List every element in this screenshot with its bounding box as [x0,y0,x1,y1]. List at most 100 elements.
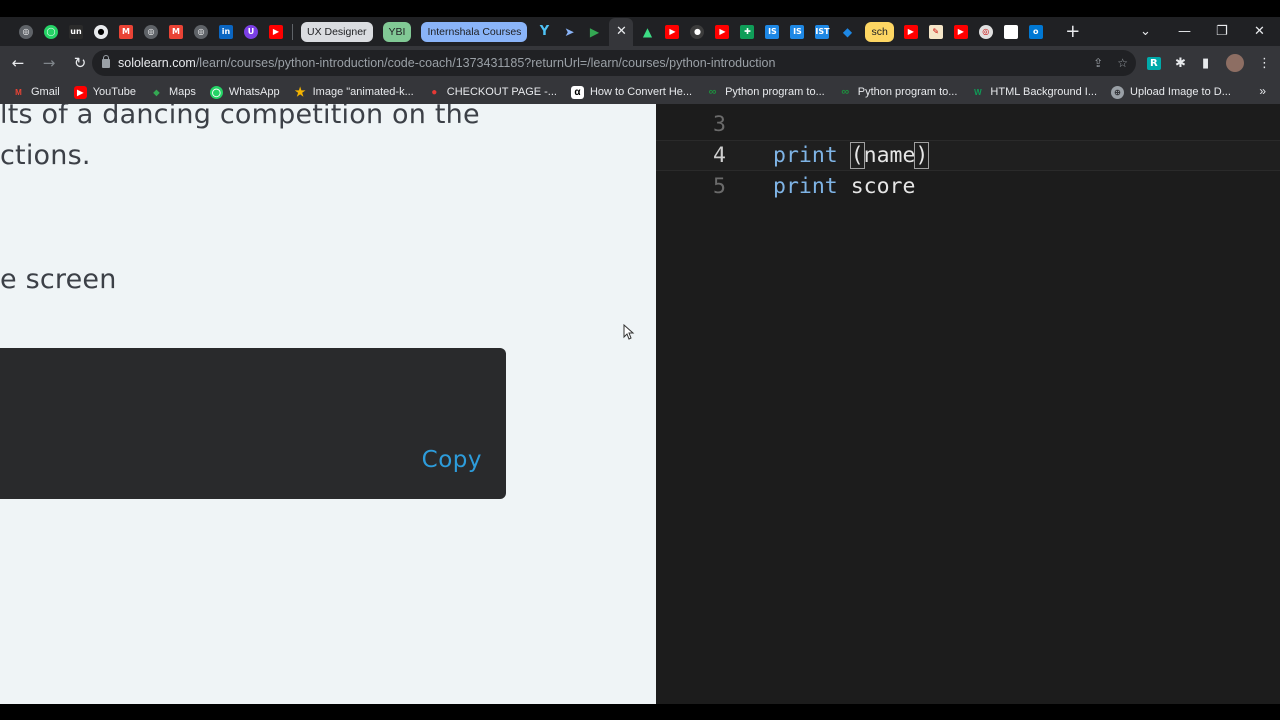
bookmark-whatsapp[interactable]: ◯ WhatsApp [209,85,280,99]
tab-youtube-icon[interactable]: ▶ [660,20,684,44]
active-tab-close-button[interactable]: ✕ [609,17,634,46]
code-keyword: print [773,174,838,199]
globe-icon: ⊕ [1111,85,1125,99]
description-line-3: e screen [0,264,117,295]
share-icon[interactable]: ⇪ [1093,56,1103,70]
tab-app-icon[interactable]: ◆ [835,20,859,44]
url-path: /learn/courses/python-introduction/code-… [195,56,776,70]
profile-avatar[interactable] [1226,46,1244,80]
alpha-icon: α [570,85,584,99]
extensions-puzzle-icon[interactable]: ✱ [1175,46,1186,80]
bookmark-python-program-2[interactable]: ∞ Python program to... [839,86,957,99]
tab-youtube-icon[interactable]: ▶ [949,20,973,44]
youtube-icon: ▶ [73,85,87,99]
paren-close: ) [914,142,930,169]
tab-youtube-icon[interactable]: ▶ [899,20,923,44]
tab-unstop-icon[interactable]: un [64,20,88,44]
code-keyword: print [773,143,838,168]
tab-github-icon[interactable]: ● [89,20,113,44]
url-host: sololearn.com [118,56,196,70]
tab-group-ux-designer[interactable]: UX Designer [301,21,373,42]
tab-linkedin-icon[interactable]: in [214,20,238,44]
tab-group-ybi[interactable]: YBI [382,21,412,42]
line-number: 5 [713,174,726,199]
bookmark-image-animated[interactable]: ★ Image "animated-k... [294,85,414,99]
bookmark-maps[interactable]: ◆ Maps [150,86,195,99]
geeks-icon: ∞ [841,86,850,98]
tab-app-icon[interactable]: ● [685,20,709,44]
reload-icon[interactable]: ↻ [67,54,93,72]
bottom-black-band [0,704,1280,720]
tab-app-icon[interactable]: IST [810,20,834,44]
copy-button[interactable]: Copy [422,447,482,473]
bookmark-python-program-1[interactable]: ∞ Python program to... [706,86,825,99]
tab-app-icon[interactable]: IS [760,20,784,44]
tab-youtube-icon[interactable]: ▶ [264,20,288,44]
description-line-1: lts of a dancing competition on the [0,104,480,130]
tab-globe-icon[interactable]: ◎ [139,20,163,44]
tab-strip: ◎ ◯ un ● M ◎ M ◎ in U ▶ UX Designer YBI … [0,17,1280,46]
tab-search-button[interactable]: ⌄ [1140,17,1151,46]
star-icon: ★ [294,85,306,99]
minimize-button[interactable]: — [1178,17,1191,46]
code-text[interactable]: print (name) [773,142,930,169]
tab-gmail-icon[interactable]: M [164,20,188,44]
editor-line[interactable]: 3 [656,109,1280,140]
tab-play-icon[interactable]: ▶ [582,20,606,44]
tab-app-icon[interactable]: ◎ [974,20,998,44]
tab-whatsapp-icon[interactable]: ◯ [39,20,63,44]
tab-app-icon[interactable]: Y [532,20,556,44]
w3-icon: W [974,87,982,97]
tab-outlook-icon[interactable]: o [1024,20,1048,44]
sample-code-box: Copy [0,348,506,499]
tab-globe-icon[interactable]: ◎ [14,20,38,44]
bookmark-checkout-page[interactable]: ● CHECKOUT PAGE -... [428,86,557,99]
top-black-band [0,0,1280,17]
lock-icon[interactable] [102,54,110,68]
bookmark-youtube[interactable]: ▶ YouTube [73,85,136,99]
new-tab-button[interactable]: + [1063,21,1083,42]
line-number: 3 [713,112,726,137]
code-text[interactable]: print score [773,174,915,199]
bookmark-gmail[interactable]: M Gmail [12,86,60,99]
tab-group-internshala[interactable]: Internshala Courses [421,21,528,42]
gmail-icon: M [15,87,22,97]
problem-description-pane: lts of a dancing competition on the ctio… [0,104,656,704]
bookmark-how-to-convert[interactable]: α How to Convert He... [570,85,692,99]
tab-sheets-icon[interactable]: ✚ [735,20,759,44]
tab-youtube-icon[interactable]: ▶ [710,20,734,44]
mouse-cursor-icon [623,324,635,340]
tab-separator [292,23,293,40]
side-panel-icon[interactable]: ▮ [1202,46,1209,80]
menu-kebab-icon[interactable]: ⋮ [1258,46,1271,80]
description-line-2: ctions. [0,140,91,171]
editor-line[interactable]: 5 print score [656,171,1280,202]
bookmark-upload-image[interactable]: ⊕ Upload Image to D... [1111,85,1231,99]
editor-line-current[interactable]: 4 print (name) [656,140,1280,171]
bookmarks-bar: M Gmail ▶ YouTube ◆ Maps ◯ WhatsApp ★ Image "… [0,80,1280,104]
tab-android-icon[interactable]: ▲ [635,20,659,44]
tab-app-icon[interactable]: U [239,20,263,44]
restore-button[interactable]: ❐ [1216,17,1228,46]
tab-app-icon[interactable]: ➤ [557,20,581,44]
bookmark-html-background[interactable]: W HTML Background I... [971,86,1097,99]
tab-app-icon[interactable]: IS [785,20,809,44]
line-number: 4 [713,143,726,168]
browser-toolbar: ← → ↻ sololearn.com/learn/courses/python… [0,46,1280,80]
bookmark-star-icon[interactable]: ☆ [1117,56,1128,70]
bookmarks-overflow-button[interactable]: » [1259,84,1266,98]
tab-group-sch[interactable]: sch [865,21,894,42]
geeks-icon: ∞ [708,86,717,98]
tab-image-icon[interactable]: ✎ [924,20,948,44]
tab-globe-icon[interactable]: ◎ [189,20,213,44]
close-window-button[interactable]: ✕ [1254,17,1265,46]
address-bar[interactable]: sololearn.com/learn/courses/python-intro… [92,50,1136,76]
forward-arrow-icon[interactable]: → [36,54,62,72]
back-arrow-icon[interactable]: ← [5,54,31,72]
lips-icon: ● [431,86,438,98]
tab-gmail-icon[interactable]: M [114,20,138,44]
code-editor-pane[interactable]: 3 4 print (name) 5 print score [656,104,1280,704]
extension-r-icon[interactable]: R [1147,46,1161,80]
code-identifier: name [863,143,916,168]
tab-doc-icon[interactable] [999,20,1023,44]
